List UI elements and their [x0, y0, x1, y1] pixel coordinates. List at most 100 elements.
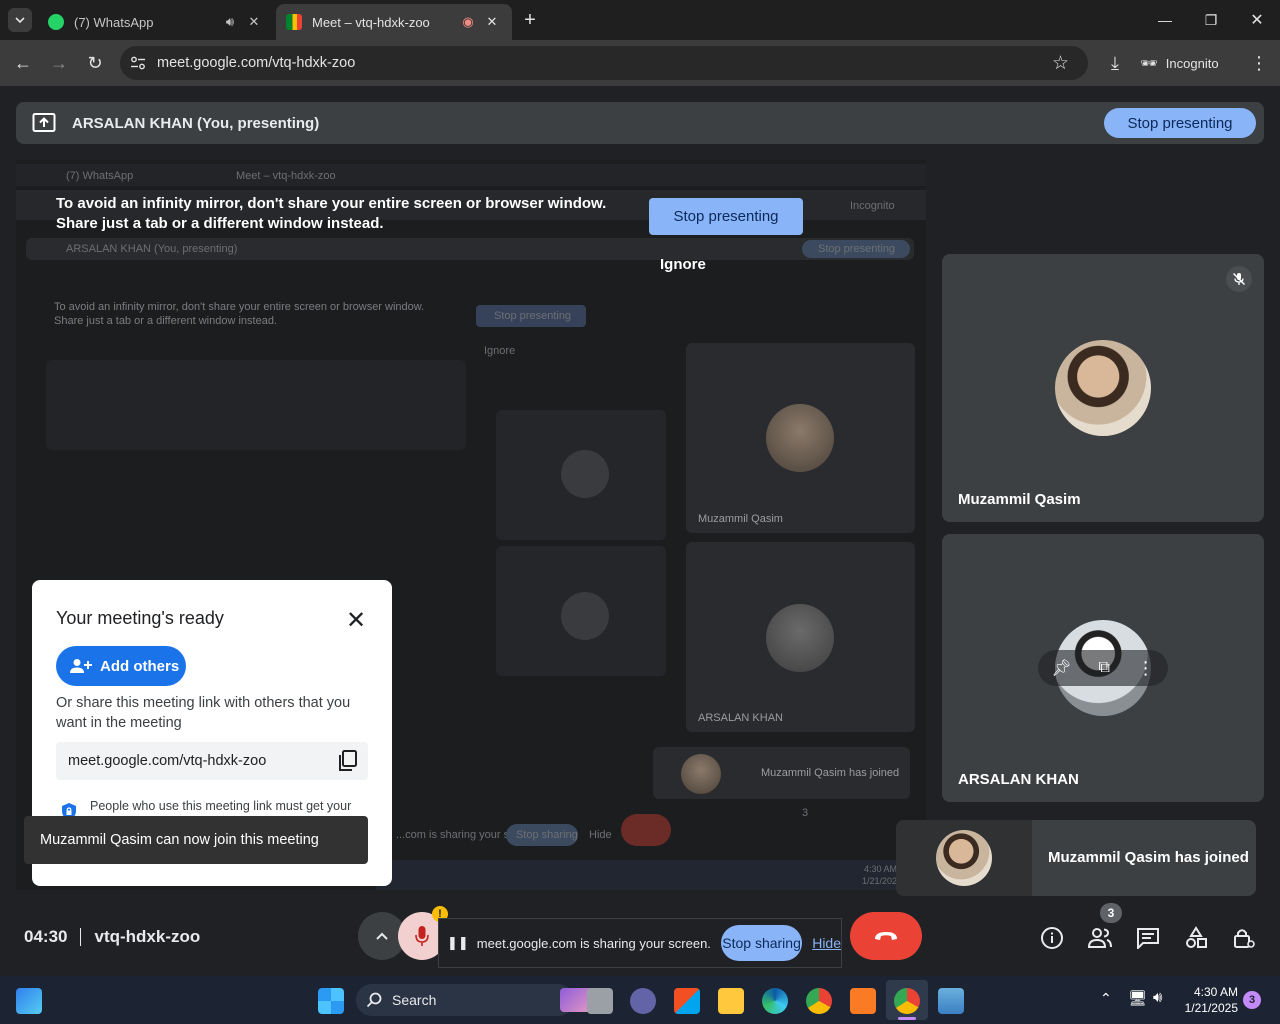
meeting-info-icon[interactable] [1038, 924, 1066, 952]
chat-icon[interactable] [1134, 924, 1162, 952]
mirror-text: Stop sharing [516, 829, 578, 841]
meeting-link-field[interactable]: meet.google.com/vtq-hdxk-zoo [56, 742, 368, 780]
warning-stop-presenting-button[interactable]: Stop presenting [649, 198, 803, 235]
more-options-icon[interactable]: ⋮ [1137, 658, 1155, 679]
dialog-title: Your meeting's ready [56, 608, 224, 628]
stop-presenting-button[interactable]: Stop presenting [1104, 108, 1256, 138]
store-icon[interactable] [674, 988, 700, 1014]
download-icon[interactable]: ⤓ [1100, 48, 1130, 78]
chevron-down-icon [15, 17, 25, 24]
site-info-icon[interactable] [130, 56, 146, 70]
task-view-icon[interactable] [587, 988, 613, 1014]
activities-icon[interactable] [1182, 924, 1210, 952]
speaker-icon[interactable]: 🔊︎ [220, 14, 240, 30]
participant-tile-arsalan[interactable]: 📌︎ ⧉ ⋮ ARSALAN KHAN [942, 534, 1264, 802]
hide-share-bar-link[interactable]: Hide [812, 935, 841, 951]
close-tab-icon[interactable]: ✕ [482, 14, 502, 30]
mirror-avatar [766, 604, 834, 672]
mirror-avatar [561, 592, 609, 640]
chevron-up-icon [376, 932, 388, 940]
teams-icon[interactable] [630, 988, 656, 1014]
taskbar-clock[interactable]: 4:30 AM 1/21/2025 [1176, 984, 1238, 1016]
mirror-avatar [681, 754, 721, 794]
close-tab-icon[interactable]: ✕ [244, 14, 264, 30]
whatsapp-icon [48, 14, 64, 30]
participant-avatar [1055, 340, 1151, 436]
close-icon[interactable]: ✕ [342, 606, 370, 634]
mirror-taskbar [376, 860, 926, 890]
chrome-incognito-icon[interactable] [894, 988, 920, 1014]
menu-kebab-icon[interactable]: ⋮ [1244, 48, 1274, 78]
mirror-avatar [561, 450, 609, 498]
host-controls-icon[interactable] [1230, 924, 1258, 952]
people-icon[interactable] [1086, 924, 1114, 952]
snackbar: Muzammil Qasim can now join this meeting [24, 816, 368, 864]
present-screen-icon [32, 113, 56, 132]
add-others-label: Add others [100, 657, 180, 675]
participant-tile-muzammil[interactable]: Muzammil Qasim [942, 254, 1264, 522]
add-others-button[interactable]: Add others [56, 646, 186, 686]
file-explorer-icon[interactable] [718, 988, 744, 1014]
windows-start-icon[interactable] [318, 988, 344, 1014]
copy-icon[interactable] [338, 750, 358, 772]
snackbar-text: Muzammil Qasim can now join this meeting [40, 832, 319, 848]
mirror-deep-region [46, 360, 466, 450]
address-bar[interactable]: meet.google.com/vtq-hdxk-zoo ☆ [120, 46, 1088, 80]
stop-sharing-button[interactable]: Stop sharing [720, 925, 803, 961]
divider [80, 928, 82, 946]
chrome-icon[interactable] [806, 988, 832, 1014]
edge-icon[interactable] [762, 988, 788, 1014]
pin-icon[interactable]: 📌︎ [1051, 658, 1071, 678]
search-icon [366, 992, 382, 1008]
notification-badge[interactable]: 3 [1243, 991, 1261, 1009]
frame-icon[interactable]: ⧉ [1098, 659, 1109, 677]
forward-button[interactable]: → [44, 48, 74, 78]
end-call-button[interactable] [850, 912, 922, 960]
joined-avatar-panel [896, 820, 1032, 896]
widgets-icon[interactable] [16, 988, 42, 1014]
mic-off-icon [1226, 266, 1252, 292]
presenting-title: ARSALAN KHAN (You, presenting) [72, 114, 320, 132]
mirror-text: Meet – vtq-hdxk-zoo [236, 170, 336, 182]
participant-name: Muzammil Qasim [958, 491, 1081, 508]
reload-button[interactable]: ↻ [80, 48, 110, 78]
active-indicator [898, 1017, 916, 1020]
bookmark-star-icon[interactable]: ☆ [1052, 52, 1069, 75]
xampp-icon[interactable] [850, 988, 876, 1014]
network-icon[interactable]: 🖥︎ [1128, 989, 1147, 1007]
mirror-tab-strip [16, 164, 926, 186]
mirror-text: Hide [589, 829, 612, 841]
meeting-details: 04:30 vtq-hdxk-zoo [24, 927, 200, 947]
search-label: Search [392, 992, 437, 1008]
minimize-button[interactable]: — [1142, 0, 1188, 40]
recording-icon: ◉ [462, 14, 474, 29]
tab-search-button[interactable] [8, 8, 32, 32]
share-status-text: meet.google.com is sharing your screen. [476, 935, 711, 951]
participant-joined-notification[interactable]: Muzammil Qasim has joined [896, 820, 1256, 896]
tab-whatsapp[interactable]: (7) WhatsApp 🔊︎ ✕ [38, 4, 274, 40]
mirror-end-call [621, 814, 671, 846]
back-button[interactable]: ← [8, 48, 38, 78]
restore-button[interactable]: ❐ [1188, 0, 1234, 40]
microphone-icon [415, 926, 429, 946]
security-note: People who use this meeting link must ge… [90, 799, 352, 813]
meeting-time: 04:30 [24, 927, 68, 946]
mirror-text: Muzammil Qasim has joined [761, 767, 900, 779]
close-window-button[interactable]: ✕ [1234, 0, 1280, 40]
mirror-text: Ignore [484, 345, 516, 357]
mirror-text: To avoid an infinity mirror, don't share… [54, 301, 425, 327]
new-tab-button[interactable]: + [518, 8, 542, 32]
tab-meet[interactable]: Meet – vtq-hdxk-zoo ◉ ✕ [276, 4, 512, 40]
taskbar-search[interactable]: Search [356, 984, 600, 1016]
mirror-text: 3 [802, 807, 809, 819]
warning-ignore-button[interactable]: Ignore [660, 256, 706, 273]
infinity-mirror-warning: To avoid an infinity mirror, don't share… [56, 195, 607, 232]
show-hidden-icons[interactable]: ⌃ [1100, 990, 1112, 1007]
incognito-badge[interactable]: 🕶︎ Incognito [1140, 48, 1219, 78]
incognito-icon: 🕶︎ [1140, 54, 1158, 71]
volume-icon[interactable]: 🔊︎ [1153, 989, 1162, 1006]
browser-tab-strip: (7) WhatsApp 🔊︎ ✕ Meet – vtq-hdxk-zoo ◉ … [0, 0, 1280, 40]
mirror-text: ARSALAN KHAN (You, presenting) [66, 243, 238, 255]
notepad-icon[interactable] [938, 988, 964, 1014]
mirror-text: Stop presenting [494, 310, 572, 322]
